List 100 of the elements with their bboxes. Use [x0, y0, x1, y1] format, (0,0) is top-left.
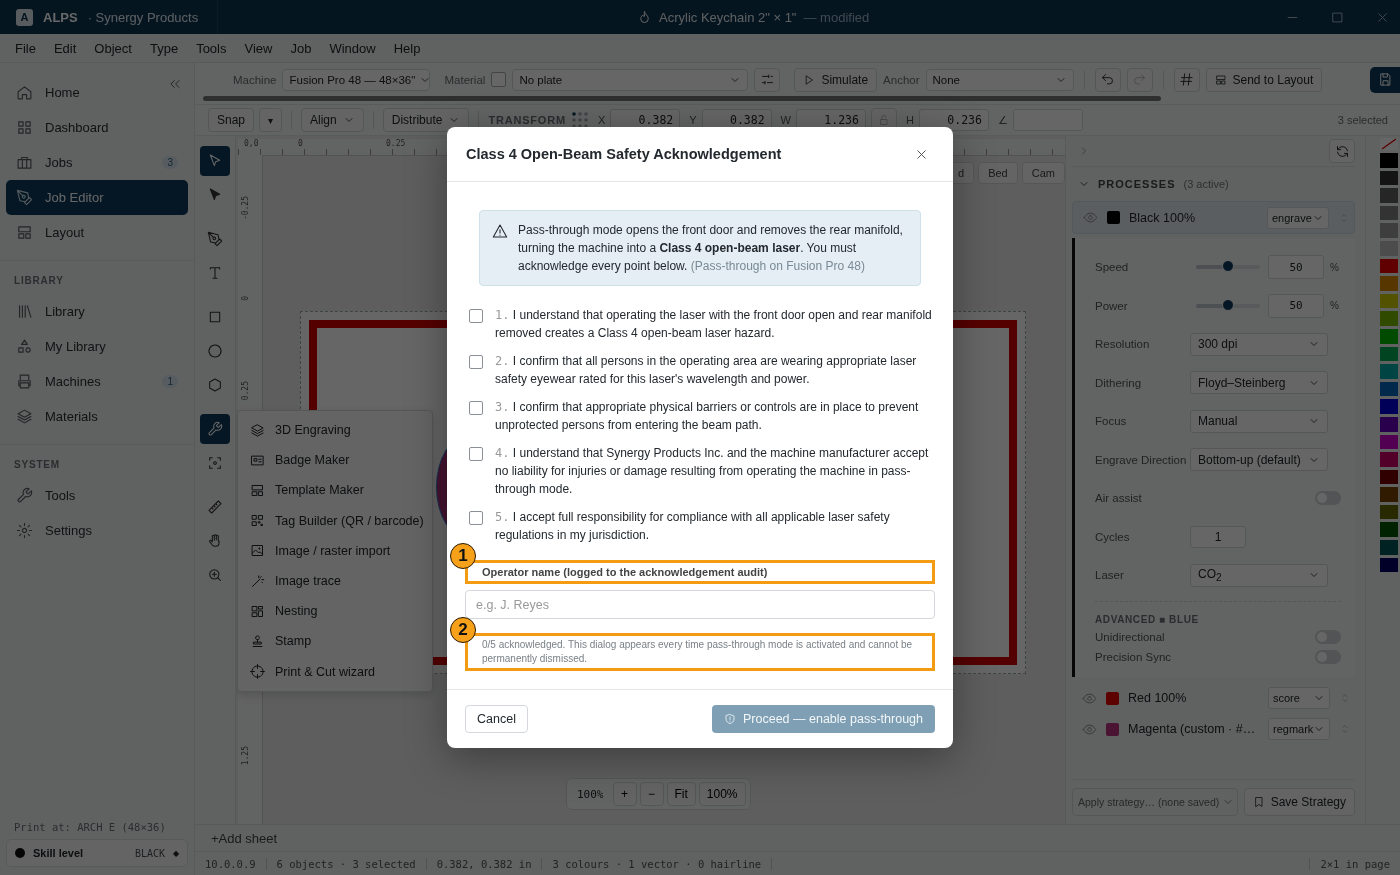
setting-select[interactable]: 300 dpi: [1190, 332, 1328, 356]
nav-item[interactable]: Machines 1: [6, 364, 188, 399]
zoom-button[interactable]: −: [639, 782, 664, 806]
setting-select[interactable]: Manual: [1190, 409, 1328, 433]
nav-item[interactable]: Home: [6, 75, 188, 110]
palette-swatch[interactable]: [1380, 557, 1398, 573]
slider-thumb[interactable]: [1222, 260, 1234, 273]
eye-icon[interactable]: [1082, 690, 1097, 706]
palette-swatch[interactable]: [1380, 487, 1398, 502]
number-field[interactable]: 50: [1268, 293, 1324, 318]
palette-swatch[interactable]: [1380, 434, 1398, 450]
nav-item[interactable]: Jobs 3: [6, 145, 188, 180]
palette-swatch[interactable]: [1380, 188, 1398, 203]
palette-swatch[interactable]: [1380, 540, 1398, 555]
mode-select[interactable]: engrave: [1267, 206, 1329, 229]
cancel-button[interactable]: Cancel: [465, 705, 528, 733]
machine-select[interactable]: Fusion Pro 48 — 48×36": [282, 68, 431, 91]
menu-item[interactable]: Nesting: [238, 596, 432, 627]
menu-item[interactable]: Badge Maker: [238, 445, 432, 476]
wrench-tool[interactable]: [200, 414, 230, 444]
nav-item[interactable]: Dashboard: [6, 110, 188, 145]
palette-swatch[interactable]: [1380, 416, 1398, 432]
slider-thumb[interactable]: [1222, 298, 1234, 311]
nav-item[interactable]: Layout: [6, 215, 188, 250]
save-button[interactable]: [1370, 66, 1400, 93]
palette-swatch[interactable]: [1380, 170, 1398, 186]
palette-swatch[interactable]: [1380, 522, 1398, 538]
pointer-tool[interactable]: [200, 146, 230, 176]
nav-item[interactable]: My Library: [6, 329, 188, 364]
strategy-select[interactable]: Apply strategy… (none saved): [1072, 788, 1238, 816]
eye-icon[interactable]: [1082, 721, 1097, 737]
process-row[interactable]: Magenta (custom · #… regmark: [1072, 713, 1355, 745]
palette-swatch[interactable]: [1380, 469, 1398, 485]
number-field[interactable]: 50: [1268, 255, 1324, 280]
setting-select[interactable]: CO$_{2}$: [1190, 563, 1328, 587]
palette-swatch[interactable]: [1380, 452, 1398, 467]
menu-item[interactable]: File: [6, 40, 45, 56]
zoom-button[interactable]: +: [612, 782, 637, 806]
palette-swatch[interactable]: [1380, 276, 1398, 291]
menu-item[interactable]: Image / raster import: [238, 535, 432, 566]
menu-item[interactable]: Object: [85, 40, 141, 56]
menu-item[interactable]: Stamp: [238, 626, 432, 657]
palette-swatch[interactable]: [1380, 293, 1398, 309]
menu-item[interactable]: Job: [281, 40, 321, 56]
process-row[interactable]: Red 100% score: [1072, 682, 1355, 714]
collapse-icon[interactable]: [168, 77, 182, 91]
operator-name-field[interactable]: e.g. J. Reyes: [465, 590, 935, 619]
palette-swatch[interactable]: [1380, 399, 1398, 414]
snap-button[interactable]: Snap: [208, 108, 255, 132]
number-field[interactable]: 1: [1190, 525, 1246, 548]
palette-swatch[interactable]: [1380, 346, 1398, 362]
grid-button[interactable]: [1173, 67, 1200, 92]
anchor-select[interactable]: None: [925, 68, 1074, 91]
snap-menu-button[interactable]: ▾: [259, 108, 283, 132]
setting-select[interactable]: Floyd–Steinberg: [1190, 371, 1328, 395]
settings-button[interactable]: [754, 67, 781, 92]
palette-swatch[interactable]: [1380, 504, 1398, 520]
anchor-grid-icon[interactable]: [570, 111, 589, 129]
menu-item[interactable]: Template Maker: [238, 475, 432, 506]
palette-swatch[interactable]: [1380, 223, 1398, 238]
nav-item[interactable]: Settings: [6, 513, 188, 548]
process-row[interactable]: Black 100% engrave: [1072, 201, 1355, 234]
mode-select[interactable]: score: [1268, 687, 1330, 709]
nav-item[interactable]: Job Editor: [6, 180, 188, 215]
menu-item[interactable]: Type: [140, 40, 188, 56]
mode-select[interactable]: regmark: [1268, 718, 1330, 740]
checkbox[interactable]: [469, 447, 483, 461]
eye-icon[interactable]: [1083, 210, 1098, 225]
menu-item[interactable]: Tag Builder (QR / barcode): [238, 505, 432, 536]
menu-item[interactable]: Window: [320, 40, 385, 56]
menu-item[interactable]: Help: [384, 40, 430, 56]
align-button[interactable]: Align: [301, 108, 364, 132]
menu-item[interactable]: Image trace: [238, 565, 432, 597]
zoom-button[interactable]: 100%: [698, 782, 746, 806]
menu-item[interactable]: 3D Engraving: [238, 415, 432, 446]
undo-button[interactable]: [1094, 67, 1121, 92]
menu-item[interactable]: View: [235, 40, 282, 56]
view-button[interactable]: Bed: [978, 162, 1018, 184]
skill-level-selector[interactable]: Skill level BLACK ◆: [6, 839, 188, 867]
palette-swatch[interactable]: [1380, 381, 1398, 397]
distribute-button[interactable]: Distribute: [382, 108, 470, 132]
zoom-button[interactable]: Fit: [666, 782, 696, 806]
checkbox[interactable]: [469, 355, 483, 369]
scrollbar-thumb[interactable]: [203, 96, 1161, 101]
checkbox[interactable]: [469, 401, 483, 415]
nav-item[interactable]: Materials: [6, 399, 188, 434]
redo-button[interactable]: [1126, 67, 1153, 92]
material-select[interactable]: No plate: [512, 68, 749, 91]
menu-item[interactable]: Edit: [44, 40, 86, 56]
add-sheet-button[interactable]: +Add sheet: [211, 830, 278, 846]
menu-item[interactable]: Tools: [187, 40, 236, 56]
setting-select[interactable]: Bottom-up (default): [1190, 448, 1328, 472]
palette-swatch[interactable]: [1380, 258, 1398, 274]
palette-swatch[interactable]: [1380, 364, 1398, 379]
save-strategy-button[interactable]: Save Strategy: [1243, 788, 1355, 816]
material-swatch[interactable]: [491, 72, 507, 87]
nav-item[interactable]: Library: [6, 294, 188, 329]
no-color-swatch-icon[interactable]: [1380, 138, 1398, 150]
maximize-icon[interactable]: [1330, 9, 1345, 25]
palette-swatch[interactable]: [1380, 205, 1398, 221]
